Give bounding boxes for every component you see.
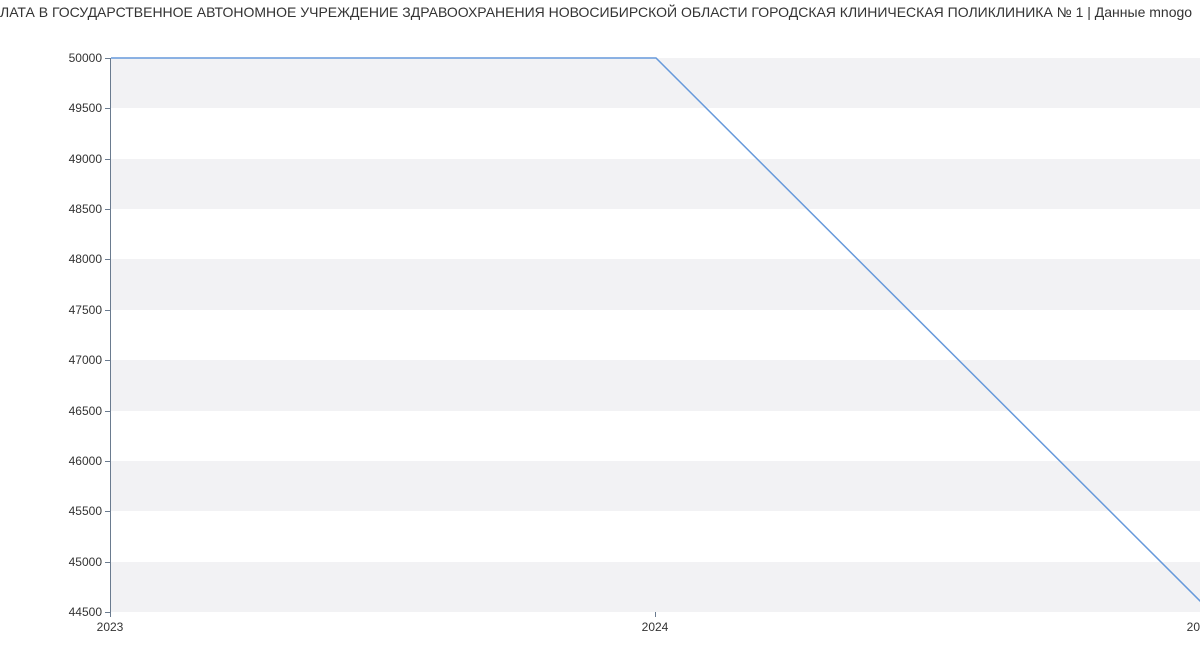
chart-container: 44500 45000 45500 46000 46500 47000 47500 48000… [0,28,1200,648]
y-tick-mark [105,310,110,311]
y-tick-mark [105,209,110,210]
series-line [111,58,1200,602]
y-tick-mark [105,259,110,260]
y-tick-label: 45500 [69,504,102,518]
y-tick-label: 49500 [69,101,102,115]
y-tick-label: 45000 [69,555,102,569]
y-tick-mark [105,159,110,160]
y-tick-label: 48500 [69,202,102,216]
y-tick-mark [105,461,110,462]
y-tick-label: 47500 [69,303,102,317]
chart-line-svg [111,58,1200,611]
y-tick-label: 49000 [69,152,102,166]
x-tick-mark [655,612,656,617]
y-tick-label: 50000 [69,51,102,65]
x-tick-mark [110,612,111,617]
plot-area [110,58,1200,612]
y-tick-label: 48000 [69,252,102,266]
y-tick-label: 47000 [69,353,102,367]
x-tick-label: 2025 [1187,620,1200,634]
y-tick-label: 44500 [69,605,102,619]
y-tick-label: 46500 [69,404,102,418]
y-tick-mark [105,562,110,563]
y-tick-mark [105,108,110,109]
y-tick-mark [105,511,110,512]
y-tick-label: 46000 [69,454,102,468]
y-tick-mark [105,360,110,361]
y-tick-mark [105,58,110,59]
y-tick-mark [105,411,110,412]
x-tick-label: 2024 [642,620,669,634]
chart-title: ЛАТА В ГОСУДАРСТВЕННОЕ АВТОНОМНОЕ УЧРЕЖД… [0,0,1200,28]
x-tick-label: 2023 [97,620,124,634]
